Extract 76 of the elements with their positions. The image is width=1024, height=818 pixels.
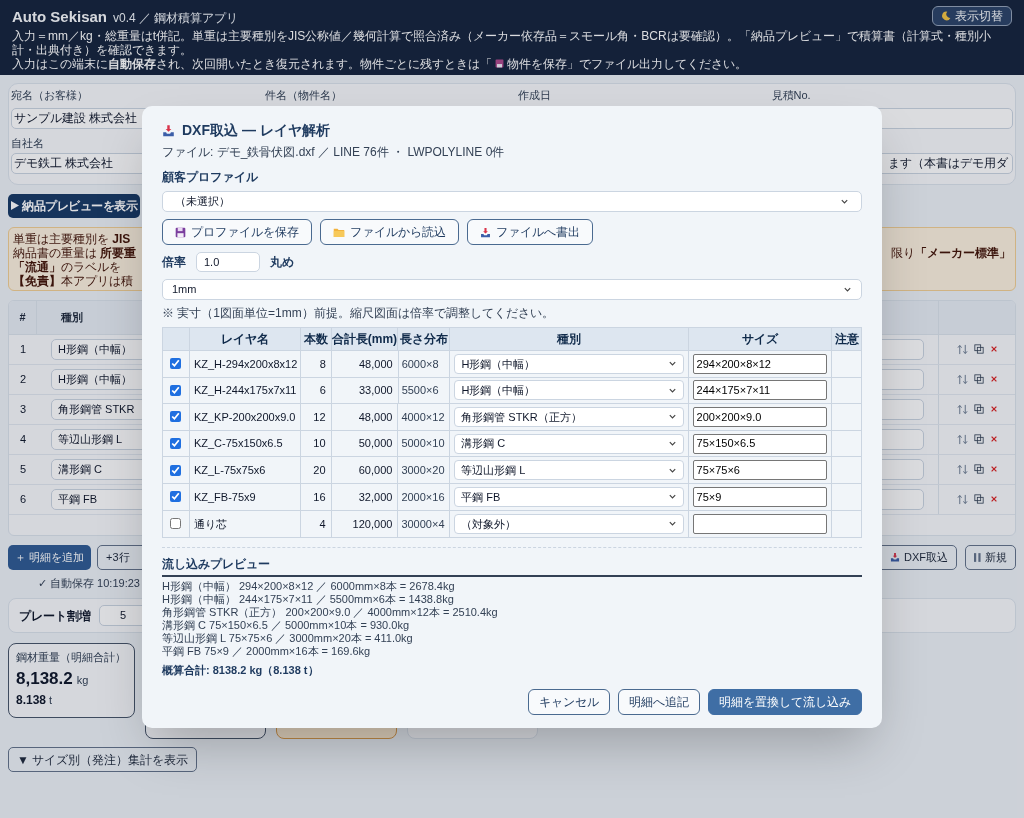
scale-label: 倍率 [162,254,186,271]
layer-name: KZ_FB-75x9 [189,483,301,510]
length-distribution-cell: 5500×6 [398,377,451,404]
app-title: Auto Sekisan [12,7,108,27]
row-number: 1 [18,341,28,357]
total-length-cell: 60,000 [331,457,399,483]
notice-text: 納品書の重量は 所要重 [13,245,137,260]
weight-value: 8,138.2 [16,667,73,690]
weight-label: 鋼材重量（明細合計） [16,650,126,665]
layer-name: KZ_KP-200x200x9.0 [189,404,301,430]
total-length-cell: 48,000 [331,351,399,377]
count-cell: 20 [300,457,332,483]
field-label: 作成日 [518,88,551,102]
notice-text: 限り「メーカー標準」 [891,245,1011,260]
layer-name: KZ_L-75x75x6 [189,457,301,483]
preview-title: 流し込みプレビュー [162,555,862,578]
field-label: 見積No. [771,88,811,102]
count-cell: 6 [300,377,332,404]
count-cell: 16 [300,483,332,510]
description-text: 入力＝mm／kg・総重量はt併記。単重は主要種別をJIS公称値／幾何計算で照合済み（メーカー依存品＝スモール角・BCRは要確認）。「納品プレビュー」で積算書（計算式・種別小計・出典付き）を確認できます。 [12,28,992,57]
field-label: 自社名 [11,136,44,150]
total-length-cell: 33,000 [331,377,399,404]
length-distribution-cell: 6000×8 [398,351,451,377]
layer-name: KZ_H-244x175x7x11 [189,377,301,404]
tons-value: 8.138 [16,692,47,709]
column-header: # [9,300,37,334]
preview-line: 溝形鋼 C 75×150×6.5 ／ 5000mm×10本 = 930.0kg [162,619,410,633]
field-label: 件名（物件名） [264,88,342,102]
preview-line: 角形鋼管 STKR（正方） 200×200×9.0 ／ 4000mm×12本 = 2510.4kg [162,606,498,620]
notice-text: 単重は主要種別を JIS [13,231,131,246]
column-header: 合計長(mm) [331,328,399,350]
total-length-cell: 48,000 [331,404,399,430]
preview-line: 等辺山形鋼 L 75×75×6 ／ 3000mm×20本 = 411.0kg [162,632,413,646]
autosave-status: ✓ 自動保存 10:19:23 [38,575,140,591]
rounding-label: 丸め [270,254,294,271]
total-length-cell: 120,000 [331,510,399,538]
column-header: サイズ [688,328,833,350]
estimated-total: 概算合計: 8138.2 kg（8.138 t） [162,663,319,679]
notice-text: 【免責】本アプリは積 [13,273,133,288]
length-distribution-cell: 2000×16 [398,483,451,510]
count-cell: 10 [300,430,332,457]
length-distribution-cell: 3000×20 [398,457,451,483]
row-number: 3 [18,401,28,417]
row-number: 6 [18,491,28,507]
total-length-cell: 32,000 [331,483,399,510]
column-header: 本数 [300,328,332,350]
row-number: 2 [18,371,28,387]
layer-name: 通り芯 [189,510,301,538]
column-header: 種別 [450,328,689,350]
tons-unit: t [49,693,53,708]
preview-line: 平鋼 FB 75×9 ／ 2000mm×16本 = 169.6kg [162,645,371,659]
app-version: v0.4 ／ 鋼材積算アプリ [113,10,239,27]
length-distribution-cell: 5000×10 [398,430,451,457]
count-cell: 12 [300,404,332,430]
count-cell: 4 [300,510,332,538]
column-header: レイヤ名 [189,328,301,350]
layer-name: KZ_C-75x150x6.5 [189,430,301,457]
column-header: 長さ分布 [398,328,451,350]
total-length-cell: 50,000 [331,430,399,457]
preview-line: H形鋼（中幅） 294×200×8×12 ／ 6000mm×8本 = 2678.4kg [162,580,455,594]
count-cell: 8 [300,351,332,377]
length-distribution-cell: 4000×12 [398,404,451,430]
notice-text: 「流通」のラベルを [13,259,121,274]
row-number: 5 [18,461,28,477]
layer-name: KZ_H-294x200x8x12 [189,351,301,377]
row-number: 4 [18,431,28,447]
preview-line: H形鋼（中幅） 244×175×7×11 ／ 5500mm×6本 = 1438.8kg [162,593,454,607]
length-distribution-cell: 30000×4 [398,510,451,538]
description-text: 入力はこの端末に自動保存され、次回開いたとき復元されます。物件ごとに残すときは「 [12,56,492,71]
scale-note: ※ 実寸（1図面単位=1mm）前提。縮尺図面は倍率で調整してください。 [162,305,554,322]
weight-unit: kg [76,672,89,688]
description-text: 物件を保存」でファイル出力してください。 [507,56,747,71]
column-header: 注意 [833,331,860,348]
field-label: 宛名（お客様） [11,88,88,102]
plate-label: プレート割増 [19,607,91,625]
column-header: 種別 [60,309,84,325]
